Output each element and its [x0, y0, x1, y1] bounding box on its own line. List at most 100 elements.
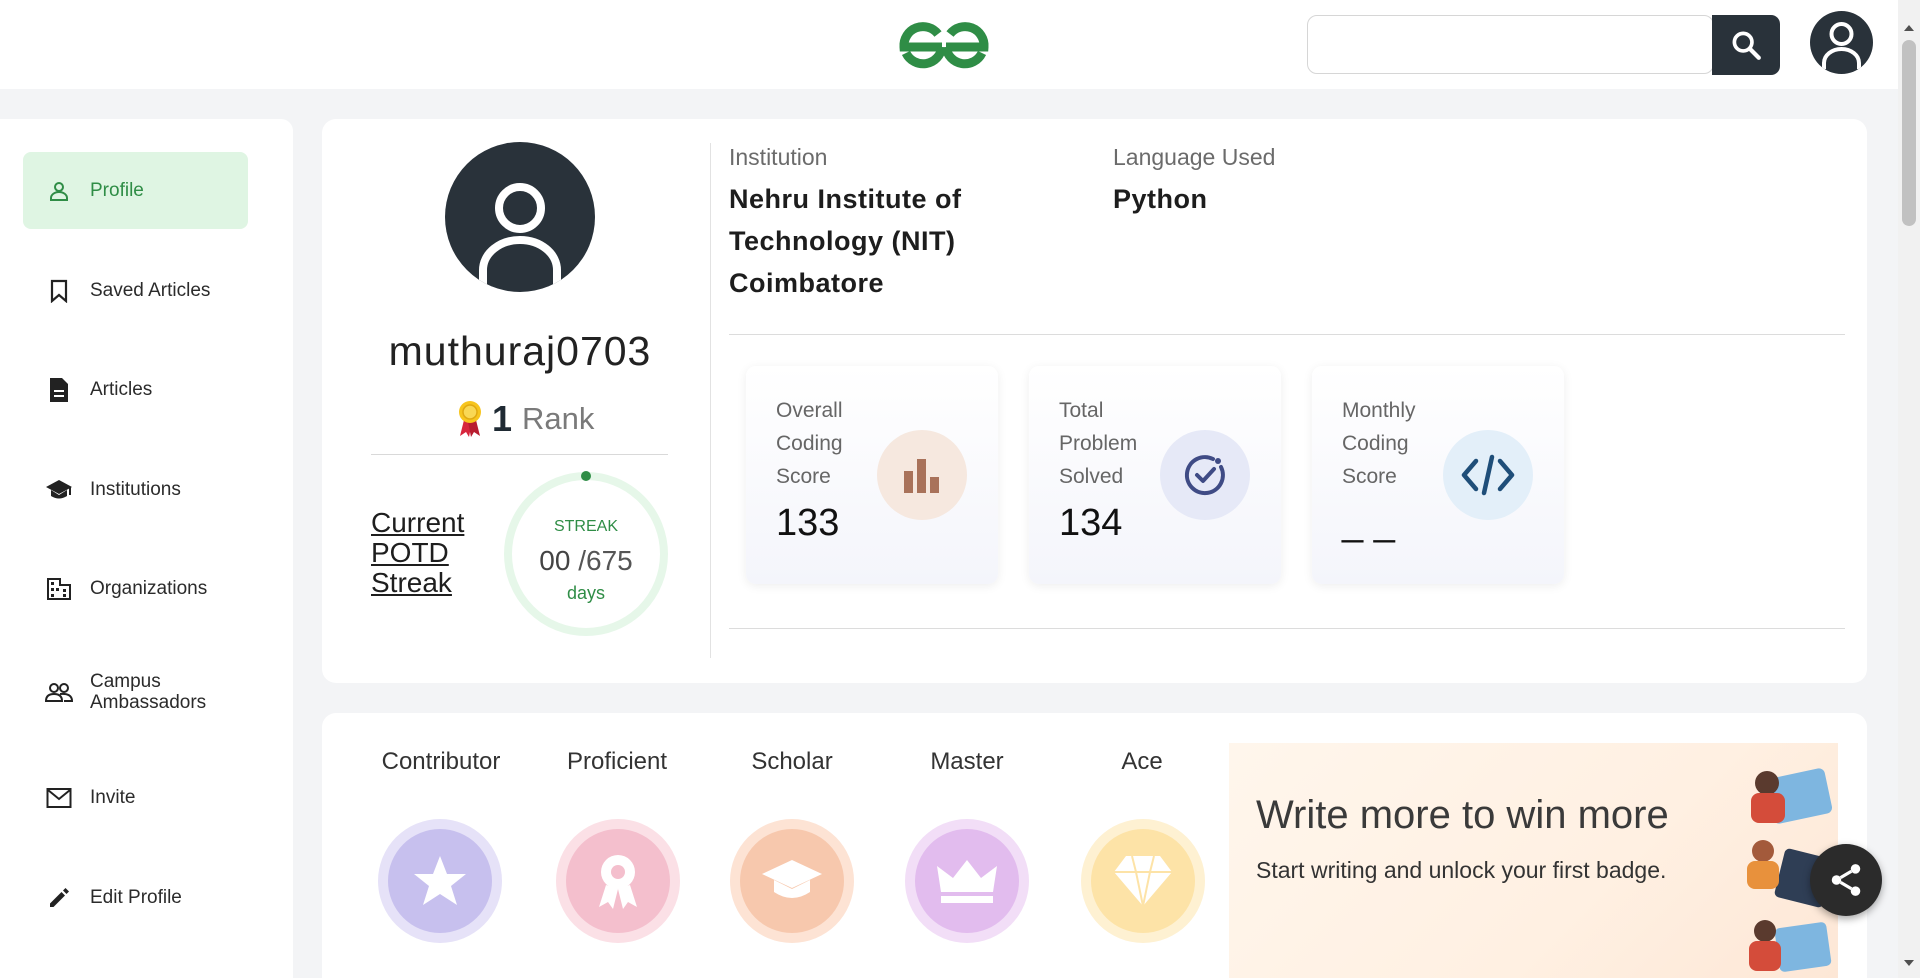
- rank-label: Rank: [522, 400, 595, 436]
- write-more-promo: Write more to win more Start writing and…: [1229, 743, 1838, 978]
- promo-title: Write more to win more: [1256, 793, 1669, 837]
- vertical-divider: [710, 143, 711, 658]
- sidebar-item-saved-articles[interactable]: Saved Articles: [23, 252, 248, 329]
- proficient-badge[interactable]: [556, 819, 680, 943]
- scroll-up-arrow[interactable]: [1904, 25, 1914, 31]
- streak-value: 00 /675: [502, 545, 670, 577]
- divider: [371, 454, 668, 455]
- streak-link-line: Streak: [371, 567, 452, 598]
- sidebar-item-label: Invite: [90, 787, 136, 808]
- stat-value: 133: [776, 502, 840, 544]
- sidebar-item-articles[interactable]: Articles: [23, 351, 248, 428]
- diamond-icon: [1114, 855, 1172, 907]
- promo-subtitle: Start writing and unlock your first badg…: [1256, 857, 1667, 883]
- pencil-icon: [45, 884, 73, 912]
- sidebar-item-label: Institutions: [90, 479, 181, 500]
- share-icon: [1831, 864, 1861, 896]
- code-icon: [1443, 430, 1533, 520]
- medal-icon: [459, 400, 481, 437]
- sidebar: Profile Saved Articles Articles Institut…: [0, 119, 293, 978]
- sidebar-item-label: Profile: [90, 180, 144, 201]
- stat-card-overall-coding-score: Overall Coding Score 133: [746, 366, 998, 584]
- stat-card-monthly-coding-score: Monthly Coding Score _ _: [1312, 366, 1564, 584]
- institution-value: Nehru Institute of Technology (NIT) Coim…: [729, 178, 962, 304]
- master-badge[interactable]: [905, 819, 1029, 943]
- search-field[interactable]: [1307, 15, 1714, 74]
- page-scrollbar[interactable]: [1898, 0, 1920, 978]
- mail-icon: [45, 784, 73, 812]
- scholar-badge[interactable]: [730, 819, 854, 943]
- sidebar-item-label: Organizations: [90, 578, 208, 599]
- document-icon: [45, 376, 73, 404]
- rank-number: 1: [492, 397, 513, 439]
- stat-label-line: Coding: [776, 432, 843, 455]
- search-input[interactable]: [1308, 16, 1713, 73]
- streak-total: /675: [578, 545, 633, 576]
- top-header: [0, 0, 1898, 89]
- bar-chart-icon: [877, 430, 967, 520]
- streak-link-line: Current: [371, 507, 465, 538]
- stat-label-line: Total: [1059, 399, 1104, 422]
- award-icon: [599, 855, 637, 909]
- contributor-badge[interactable]: [378, 819, 502, 943]
- divider: [729, 628, 1845, 629]
- institution-line: Nehru Institute of: [729, 184, 962, 214]
- potd-streak-link[interactable]: Current POTD Streak: [371, 508, 464, 598]
- rank-row: 1 Rank: [456, 396, 594, 441]
- institution-line: Coimbatore: [729, 268, 885, 298]
- stat-label-line: Monthly: [1342, 399, 1416, 422]
- people-icon: [45, 678, 73, 706]
- badge-label-contributor: Contributor: [376, 748, 506, 776]
- divider: [729, 334, 1845, 335]
- badge-label-master: Master: [902, 748, 1032, 776]
- gfg-logo[interactable]: [898, 20, 990, 70]
- sidebar-item-label: Articles: [90, 379, 153, 400]
- sidebar-item-invite[interactable]: Invite: [23, 759, 248, 836]
- sidebar-item-label: Edit Profile: [90, 887, 182, 908]
- scroll-down-arrow[interactable]: [1904, 960, 1914, 966]
- sidebar-item-organizations[interactable]: Organizations: [23, 550, 248, 627]
- badge-label-scholar: Scholar: [727, 748, 857, 776]
- graduation-cap-icon: [45, 476, 73, 504]
- user-icon: [45, 177, 73, 205]
- search-button[interactable]: [1712, 15, 1780, 75]
- crown-icon: [937, 860, 997, 903]
- badge-name: Ace: [1121, 748, 1163, 775]
- user-icon: [479, 183, 561, 292]
- streak-current: 00: [539, 545, 571, 576]
- sidebar-item-edit-profile[interactable]: Edit Profile: [23, 859, 248, 936]
- sidebar-item-campus-ambassadors[interactable]: Campus Ambassadors: [23, 653, 248, 730]
- streak-title: STREAK: [553, 518, 618, 535]
- user-avatar-button[interactable]: [1810, 11, 1873, 74]
- badge-name: Contributor: [381, 748, 501, 775]
- share-button[interactable]: [1810, 844, 1882, 916]
- language-value: Python: [1113, 184, 1208, 214]
- user-icon: [1822, 22, 1861, 69]
- check-circle-icon: [1160, 430, 1250, 520]
- badge-name: Scholar: [751, 748, 833, 775]
- streak-unit: days: [566, 583, 606, 603]
- star-icon: [414, 856, 466, 905]
- sidebar-item-label: Campus Ambassadors: [90, 670, 207, 713]
- institution-line: Technology (NIT): [729, 226, 956, 256]
- sidebar-item-profile[interactable]: Profile: [23, 152, 248, 229]
- stat-label-line: Coding: [1342, 432, 1409, 455]
- stat-value: _ _: [1342, 502, 1395, 544]
- building-icon: [45, 575, 73, 603]
- stat-label-line: Overall: [776, 399, 843, 422]
- badge-name: Master: [930, 748, 1004, 775]
- badge-name: Proficient: [566, 748, 668, 775]
- bookmark-icon: [45, 277, 73, 305]
- stat-card-total-problem-solved: Total Problem Solved 134: [1029, 366, 1281, 584]
- institution-label: Institution: [729, 144, 828, 170]
- ace-badge[interactable]: [1081, 819, 1205, 943]
- search-icon: [1732, 31, 1761, 60]
- profile-username: muthuraj0703: [388, 328, 652, 374]
- sidebar-item-label: Saved Articles: [90, 280, 211, 301]
- sidebar-item-institutions[interactable]: Institutions: [23, 451, 248, 528]
- streak-link-line: POTD: [371, 537, 449, 568]
- graduation-cap-icon: [762, 860, 822, 898]
- badge-label-ace: Ace: [1077, 748, 1207, 776]
- badge-label-proficient: Proficient: [552, 748, 682, 776]
- scroll-thumb[interactable]: [1902, 40, 1916, 226]
